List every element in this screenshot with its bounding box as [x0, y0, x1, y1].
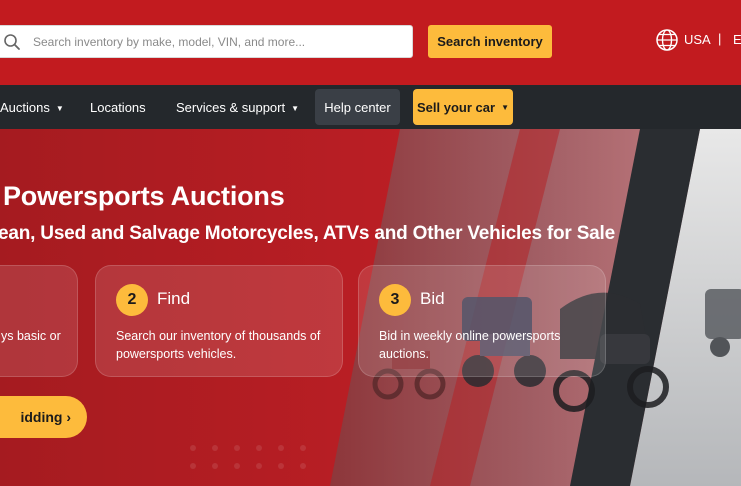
nav-item-locations[interactable]: Locations: [90, 85, 146, 129]
chevron-down-icon: ▼: [501, 102, 509, 112]
start-bidding-button[interactable]: idding ›: [0, 396, 87, 438]
hero-subtitle: ean, Used and Salvage Motorcycles, ATVs …: [0, 223, 615, 244]
region-selector[interactable]: USA: [684, 32, 711, 47]
chevron-down-icon: ▼: [55, 103, 64, 113]
help-center-button[interactable]: Help center: [315, 89, 400, 125]
search-icon: [4, 34, 20, 50]
nav-item-auctions[interactable]: Auctions ▼: [0, 85, 64, 129]
step-card-bid: 3 Bid Bid in weekly online powersports a…: [358, 265, 606, 377]
globe-icon[interactable]: [655, 28, 679, 52]
search-input[interactable]: [33, 26, 403, 57]
step-number-badge: 2: [116, 284, 148, 316]
step-description: Bid in weekly online powersports auction…: [379, 329, 561, 361]
region-separator: |: [718, 31, 722, 46]
chevron-down-icon: ▼: [291, 103, 300, 113]
nav-item-label: Services & support: [176, 99, 286, 115]
nav-item-services-support[interactable]: Services & support ▼: [176, 85, 299, 129]
step-title: Bid: [420, 289, 445, 308]
nav-item-label: Auctions: [0, 99, 50, 115]
step-card-register: ys basic or: [0, 265, 78, 377]
search-inventory-button[interactable]: Search inventory: [428, 25, 552, 58]
step-description: Search our inventory of thousands of pow…: [116, 329, 321, 361]
search-box[interactable]: [0, 25, 413, 58]
hero-banner: Powersports Auctions ean, Used and Salva…: [0, 129, 741, 486]
nav-item-label: Help center: [324, 99, 391, 115]
step-title: Find: [157, 289, 191, 308]
top-header: Search inventory USA | E: [0, 0, 741, 85]
hero-title: Powersports Auctions: [3, 181, 285, 211]
language-selector[interactable]: E: [733, 32, 741, 47]
main-nav: Auctions ▼ Locations Services & support …: [0, 85, 741, 129]
step-number-badge: 3: [379, 284, 411, 316]
nav-item-label: Locations: [90, 99, 146, 115]
sell-your-car-button[interactable]: Sell your car ▼: [413, 89, 513, 125]
nav-item-label: Sell your car: [417, 99, 496, 115]
step-card-find: 2 Find Search our inventory of thousands…: [95, 265, 343, 377]
